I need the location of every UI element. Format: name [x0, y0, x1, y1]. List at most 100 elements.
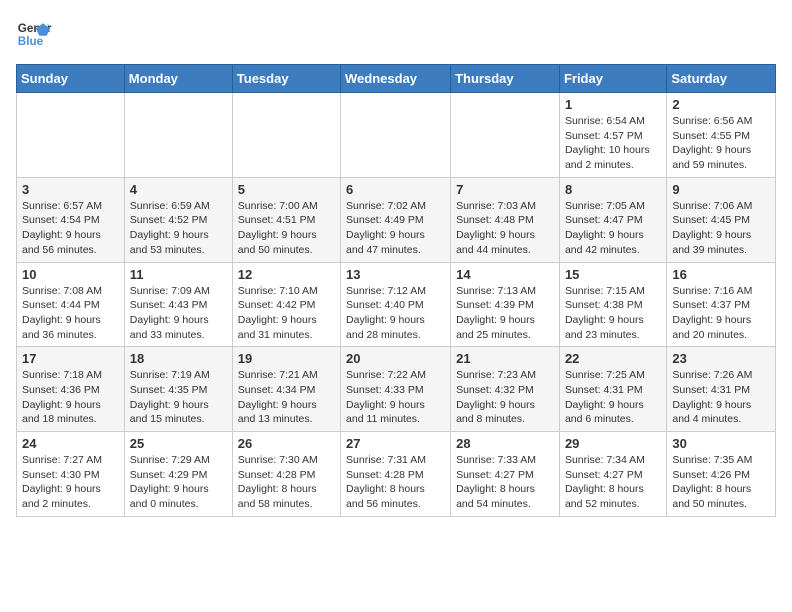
day-info: Sunrise: 7:02 AM Sunset: 4:49 PM Dayligh… [346, 199, 445, 258]
page-header: General Blue [16, 16, 776, 52]
calendar-cell: 4Sunrise: 6:59 AM Sunset: 4:52 PM Daylig… [124, 177, 232, 262]
week-row-4: 24 Sunrise: 7:27 AM Sunset: 4:30 PM Dayli… [17, 432, 776, 517]
calendar-cell: 30 Sunrise: 7:35 AM Sunset: 4:26 PM Dayli… [667, 432, 776, 517]
day-number: 7 [456, 182, 554, 197]
day-info: Sunrise: 7:22 AM Sunset: 4:33 PM Dayligh… [346, 368, 445, 427]
day-info: Sunrise: 6:56 AM Sunset: 4:55 PM Dayligh… [672, 114, 770, 173]
day-number: 12 [238, 267, 335, 282]
calendar-cell: 24 Sunrise: 7:27 AM Sunset: 4:30 PM Dayli… [17, 432, 125, 517]
day-number: 20 [346, 351, 445, 366]
day-info: Sunrise: 7:06 AM Sunset: 4:45 PM Dayligh… [672, 199, 770, 258]
calendar-cell [232, 93, 340, 178]
calendar-body: 1 Sunrise: 6:54 AM Sunset: 4:57 PM Daylig… [17, 93, 776, 517]
week-row-3: 17 Sunrise: 7:18 AM Sunset: 4:36 PM Dayli… [17, 347, 776, 432]
week-row-1: 3 Sunrise: 6:57 AM Sunset: 4:54 PM Daylig… [17, 177, 776, 262]
calendar-cell: 1 Sunrise: 6:54 AM Sunset: 4:57 PM Daylig… [559, 93, 666, 178]
day-info: Sunrise: 7:19 AM Sunset: 4:35 PM Dayligh… [130, 368, 227, 427]
calendar-cell [341, 93, 451, 178]
calendar-cell: 11 Sunrise: 7:09 AM Sunset: 4:43 PM Dayli… [124, 262, 232, 347]
calendar-cell: 3 Sunrise: 6:57 AM Sunset: 4:54 PM Daylig… [17, 177, 125, 262]
week-row-2: 10 Sunrise: 7:08 AM Sunset: 4:44 PM Dayli… [17, 262, 776, 347]
calendar-cell: 28 Sunrise: 7:33 AM Sunset: 4:27 PM Dayli… [451, 432, 560, 517]
calendar-cell: 21Sunrise: 7:23 AM Sunset: 4:32 PM Dayli… [451, 347, 560, 432]
day-info: Sunrise: 7:29 AM Sunset: 4:29 PM Dayligh… [130, 453, 227, 512]
day-info: Sunrise: 7:26 AM Sunset: 4:31 PM Dayligh… [672, 368, 770, 427]
day-number: 5 [238, 182, 335, 197]
day-info: Sunrise: 7:35 AM Sunset: 4:26 PM Dayligh… [672, 453, 770, 512]
header-monday: Monday [124, 65, 232, 93]
day-info: Sunrise: 7:25 AM Sunset: 4:31 PM Dayligh… [565, 368, 661, 427]
calendar-cell: 29 Sunrise: 7:34 AM Sunset: 4:27 PM Dayli… [559, 432, 666, 517]
day-info: Sunrise: 7:27 AM Sunset: 4:30 PM Dayligh… [22, 453, 119, 512]
day-number: 1 [565, 97, 661, 112]
day-number: 30 [672, 436, 770, 451]
day-number: 17 [22, 351, 119, 366]
day-number: 9 [672, 182, 770, 197]
day-info: Sunrise: 7:15 AM Sunset: 4:38 PM Dayligh… [565, 284, 661, 343]
day-info: Sunrise: 7:16 AM Sunset: 4:37 PM Dayligh… [672, 284, 770, 343]
calendar-table: SundayMondayTuesdayWednesdayThursdayFrid… [16, 64, 776, 517]
day-number: 4 [130, 182, 227, 197]
calendar-cell: 17 Sunrise: 7:18 AM Sunset: 4:36 PM Dayli… [17, 347, 125, 432]
calendar-cell: 10 Sunrise: 7:08 AM Sunset: 4:44 PM Dayli… [17, 262, 125, 347]
day-info: Sunrise: 7:03 AM Sunset: 4:48 PM Dayligh… [456, 199, 554, 258]
day-info: Sunrise: 7:00 AM Sunset: 4:51 PM Dayligh… [238, 199, 335, 258]
calendar-cell: 23 Sunrise: 7:26 AM Sunset: 4:31 PM Dayli… [667, 347, 776, 432]
calendar-cell: 12 Sunrise: 7:10 AM Sunset: 4:42 PM Dayli… [232, 262, 340, 347]
day-number: 16 [672, 267, 770, 282]
day-info: Sunrise: 7:09 AM Sunset: 4:43 PM Dayligh… [130, 284, 227, 343]
calendar-cell: 15 Sunrise: 7:15 AM Sunset: 4:38 PM Dayli… [559, 262, 666, 347]
day-number: 27 [346, 436, 445, 451]
header-saturday: Saturday [667, 65, 776, 93]
day-number: 26 [238, 436, 335, 451]
day-number: 2 [672, 97, 770, 112]
day-info: Sunrise: 7:10 AM Sunset: 4:42 PM Dayligh… [238, 284, 335, 343]
calendar-cell: 7 Sunrise: 7:03 AM Sunset: 4:48 PM Daylig… [451, 177, 560, 262]
calendar-cell: 9 Sunrise: 7:06 AM Sunset: 4:45 PM Daylig… [667, 177, 776, 262]
day-info: Sunrise: 7:05 AM Sunset: 4:47 PM Dayligh… [565, 199, 661, 258]
calendar-cell: 2 Sunrise: 6:56 AM Sunset: 4:55 PM Daylig… [667, 93, 776, 178]
day-number: 24 [22, 436, 119, 451]
day-number: 29 [565, 436, 661, 451]
calendar-cell: 16 Sunrise: 7:16 AM Sunset: 4:37 PM Dayli… [667, 262, 776, 347]
day-info: Sunrise: 7:30 AM Sunset: 4:28 PM Dayligh… [238, 453, 335, 512]
calendar-cell: 8 Sunrise: 7:05 AM Sunset: 4:47 PM Daylig… [559, 177, 666, 262]
calendar-cell: 20 Sunrise: 7:22 AM Sunset: 4:33 PM Dayli… [341, 347, 451, 432]
calendar-cell [124, 93, 232, 178]
day-info: Sunrise: 7:13 AM Sunset: 4:39 PM Dayligh… [456, 284, 554, 343]
day-info: Sunrise: 7:31 AM Sunset: 4:28 PM Dayligh… [346, 453, 445, 512]
day-number: 13 [346, 267, 445, 282]
day-info: Sunrise: 7:34 AM Sunset: 4:27 PM Dayligh… [565, 453, 661, 512]
day-info: Sunrise: 6:54 AM Sunset: 4:57 PM Dayligh… [565, 114, 661, 173]
calendar-cell [451, 93, 560, 178]
day-number: 10 [22, 267, 119, 282]
day-info: Sunrise: 7:23 AM Sunset: 4:32 PM Dayligh… [456, 368, 554, 427]
day-number: 14 [456, 267, 554, 282]
header-tuesday: Tuesday [232, 65, 340, 93]
day-number: 18 [130, 351, 227, 366]
day-number: 8 [565, 182, 661, 197]
day-info: Sunrise: 7:08 AM Sunset: 4:44 PM Dayligh… [22, 284, 119, 343]
day-info: Sunrise: 6:57 AM Sunset: 4:54 PM Dayligh… [22, 199, 119, 258]
day-number: 15 [565, 267, 661, 282]
day-info: Sunrise: 7:18 AM Sunset: 4:36 PM Dayligh… [22, 368, 119, 427]
day-number: 25 [130, 436, 227, 451]
calendar-cell: 6 Sunrise: 7:02 AM Sunset: 4:49 PM Daylig… [341, 177, 451, 262]
day-info: Sunrise: 7:12 AM Sunset: 4:40 PM Dayligh… [346, 284, 445, 343]
calendar-cell: 5 Sunrise: 7:00 AM Sunset: 4:51 PM Daylig… [232, 177, 340, 262]
day-number: 28 [456, 436, 554, 451]
day-number: 11 [130, 267, 227, 282]
day-number: 23 [672, 351, 770, 366]
day-number: 19 [238, 351, 335, 366]
day-number: 6 [346, 182, 445, 197]
day-number: 3 [22, 182, 119, 197]
calendar-cell: 25 Sunrise: 7:29 AM Sunset: 4:29 PM Dayli… [124, 432, 232, 517]
week-row-0: 1 Sunrise: 6:54 AM Sunset: 4:57 PM Daylig… [17, 93, 776, 178]
calendar-cell: 26 Sunrise: 7:30 AM Sunset: 4:28 PM Dayli… [232, 432, 340, 517]
day-info: Sunrise: 7:33 AM Sunset: 4:27 PM Dayligh… [456, 453, 554, 512]
logo: General Blue [16, 16, 52, 52]
day-info: Sunrise: 7:21 AM Sunset: 4:34 PM Dayligh… [238, 368, 335, 427]
calendar-cell: 27 Sunrise: 7:31 AM Sunset: 4:28 PM Dayli… [341, 432, 451, 517]
header-friday: Friday [559, 65, 666, 93]
header-row: SundayMondayTuesdayWednesdayThursdayFrid… [17, 65, 776, 93]
